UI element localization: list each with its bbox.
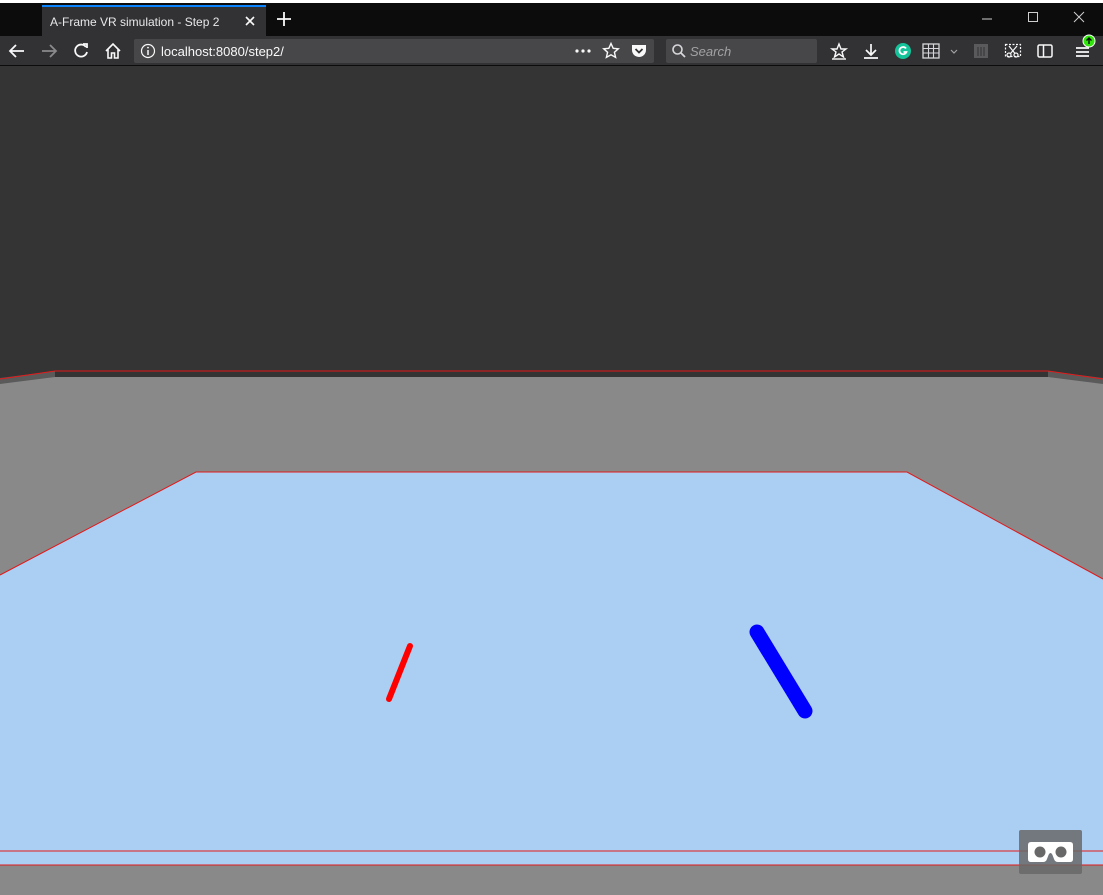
minimize-icon[interactable] — [977, 9, 997, 29]
search-icon — [671, 43, 687, 59]
navigation-toolbar: localhost:8080/step2/ — [0, 34, 1103, 66]
screenshot-icon[interactable] — [1003, 41, 1023, 61]
search-input[interactable] — [690, 42, 810, 60]
new-tab-plus-icon[interactable] — [274, 9, 294, 29]
search-bar[interactable] — [666, 39, 817, 63]
platform — [0, 472, 1103, 865]
tab-active[interactable]: A-Frame VR simulation - Step 2 — [42, 5, 266, 36]
enter-vr-button[interactable] — [1019, 830, 1082, 874]
grammarly-icon[interactable] — [893, 41, 913, 61]
url-bar[interactable]: localhost:8080/step2/ — [134, 39, 654, 63]
browser-window: A-Frame VR simulation - Step 2 localhost… — [0, 0, 1103, 895]
tab-title: A-Frame VR simulation - Step 2 — [50, 15, 220, 29]
forward-arrow-icon[interactable] — [39, 41, 59, 61]
reload-icon[interactable] — [71, 41, 91, 61]
download-icon[interactable] — [861, 41, 881, 61]
vr-headset-icon — [1027, 840, 1074, 864]
star-icon[interactable] — [602, 41, 620, 60]
chevron-down-icon[interactable] — [948, 41, 960, 61]
window-close-icon[interactable] — [1069, 9, 1089, 29]
pocket-icon[interactable] — [630, 42, 648, 60]
tab-close-icon[interactable] — [242, 13, 258, 29]
grid-icon[interactable] — [921, 41, 941, 61]
tab-strip: A-Frame VR simulation - Step 2 — [0, 0, 1103, 36]
url-text[interactable]: localhost:8080/step2/ — [161, 44, 284, 59]
scene-canvas[interactable] — [0, 66, 1103, 895]
info-icon[interactable] — [140, 43, 156, 59]
more-dots-icon[interactable] — [574, 43, 592, 59]
vr-scene[interactable] — [0, 66, 1103, 895]
library-icon[interactable] — [829, 41, 849, 61]
sidebar-icon[interactable] — [1035, 41, 1055, 61]
maximize-icon[interactable] — [1023, 9, 1043, 29]
trash-icon[interactable] — [971, 41, 991, 61]
update-badge-icon — [1082, 34, 1096, 48]
back-arrow-icon[interactable] — [7, 41, 27, 61]
home-icon[interactable] — [103, 41, 123, 61]
